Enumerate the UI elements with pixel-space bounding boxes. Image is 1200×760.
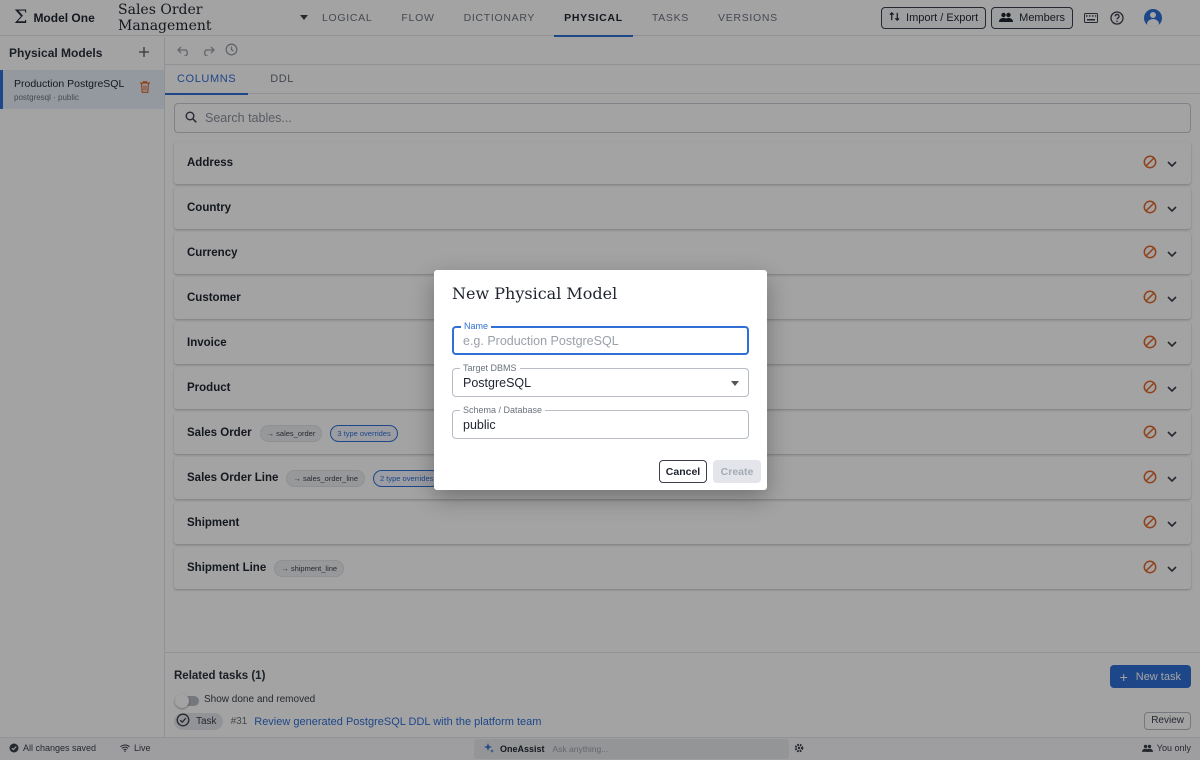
dialog-title: New Physical Model [452, 284, 618, 303]
schema-database-label: Schema / Database [460, 404, 546, 416]
name-field-label: Name [461, 320, 492, 332]
target-dbms-value: PostgreSQL [463, 376, 532, 390]
name-field[interactable]: Name e.g. Production PostgreSQL [452, 320, 749, 355]
target-dbms-select[interactable]: Target DBMS PostgreSQL [452, 362, 749, 397]
create-button[interactable]: Create [713, 460, 761, 483]
cancel-button[interactable]: Cancel [659, 460, 707, 483]
schema-database-value: public [463, 418, 496, 432]
new-physical-model-dialog: New Physical Model Name e.g. Production … [434, 270, 767, 490]
dropdown-arrow-icon [731, 381, 739, 386]
name-field-placeholder: e.g. Production PostgreSQL [463, 334, 619, 348]
schema-database-field[interactable]: Schema / Database public [452, 404, 749, 439]
target-dbms-label: Target DBMS [460, 362, 520, 374]
